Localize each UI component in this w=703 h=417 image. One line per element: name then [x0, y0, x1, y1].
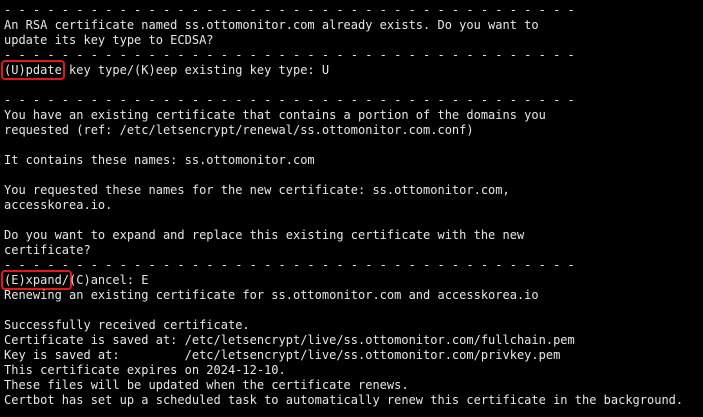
terminal-window[interactable]: - - - - - - - - - - - - - - - - - - - - … — [0, 0, 703, 417]
output-line: Successfully received certificate. — [4, 318, 250, 332]
output-line: certificate? — [4, 243, 91, 257]
output-line: update its key type to ECDSA? — [4, 33, 214, 47]
update-option-highlight: (U)pdate — [1, 60, 65, 80]
separator-line: - - - - - - - - - - - - - - - - - - - - … — [4, 48, 575, 62]
separator-line: - - - - - - - - - - - - - - - - - - - - … — [4, 258, 575, 272]
output-line: Renewing an existing certificate for ss.… — [4, 288, 539, 302]
output-line: requested (ref: /etc/letsencrypt/renewal… — [4, 123, 474, 137]
expand-cancel-prompt: (E)xpand/(C)ancel: E — [0, 270, 703, 290]
output-line: Certificate is saved at: /etc/letsencryp… — [4, 333, 575, 347]
output-line: You requested these names for the new ce… — [4, 183, 510, 197]
output-line: An RSA certificate named ss.ottomonitor.… — [4, 18, 539, 32]
output-line: Key is saved at: /etc/letsencrypt/live/s… — [4, 348, 561, 362]
output-line: It contains these names: ss.ottomonitor.… — [4, 153, 315, 167]
update-key-type-prompt: (U)pdate key type/(K)eep existing key ty… — [1, 60, 703, 80]
output-line: These files will be updated when the cer… — [4, 378, 409, 392]
output-line: Certbot has set up a scheduled task to a… — [4, 393, 684, 407]
output-line: accesskorea.io. — [4, 198, 113, 212]
separator-line: - - - - - - - - - - - - - - - - - - - - … — [4, 3, 575, 17]
expand-prompt-text: (C)ancel: E — [69, 273, 149, 287]
output-line: Do you want to expand and replace this e… — [4, 228, 525, 242]
separator-line: - - - - - - - - - - - - - - - - - - - - … — [4, 93, 575, 107]
output-line: This certificate expires on 2024-12-10. — [4, 363, 286, 377]
update-prompt-text: key type/(K)eep existing key type: U — [61, 63, 330, 77]
output-line: You have an existing certificate that co… — [4, 108, 546, 122]
expand-option-highlight: (E)xpand/ — [0, 270, 73, 290]
